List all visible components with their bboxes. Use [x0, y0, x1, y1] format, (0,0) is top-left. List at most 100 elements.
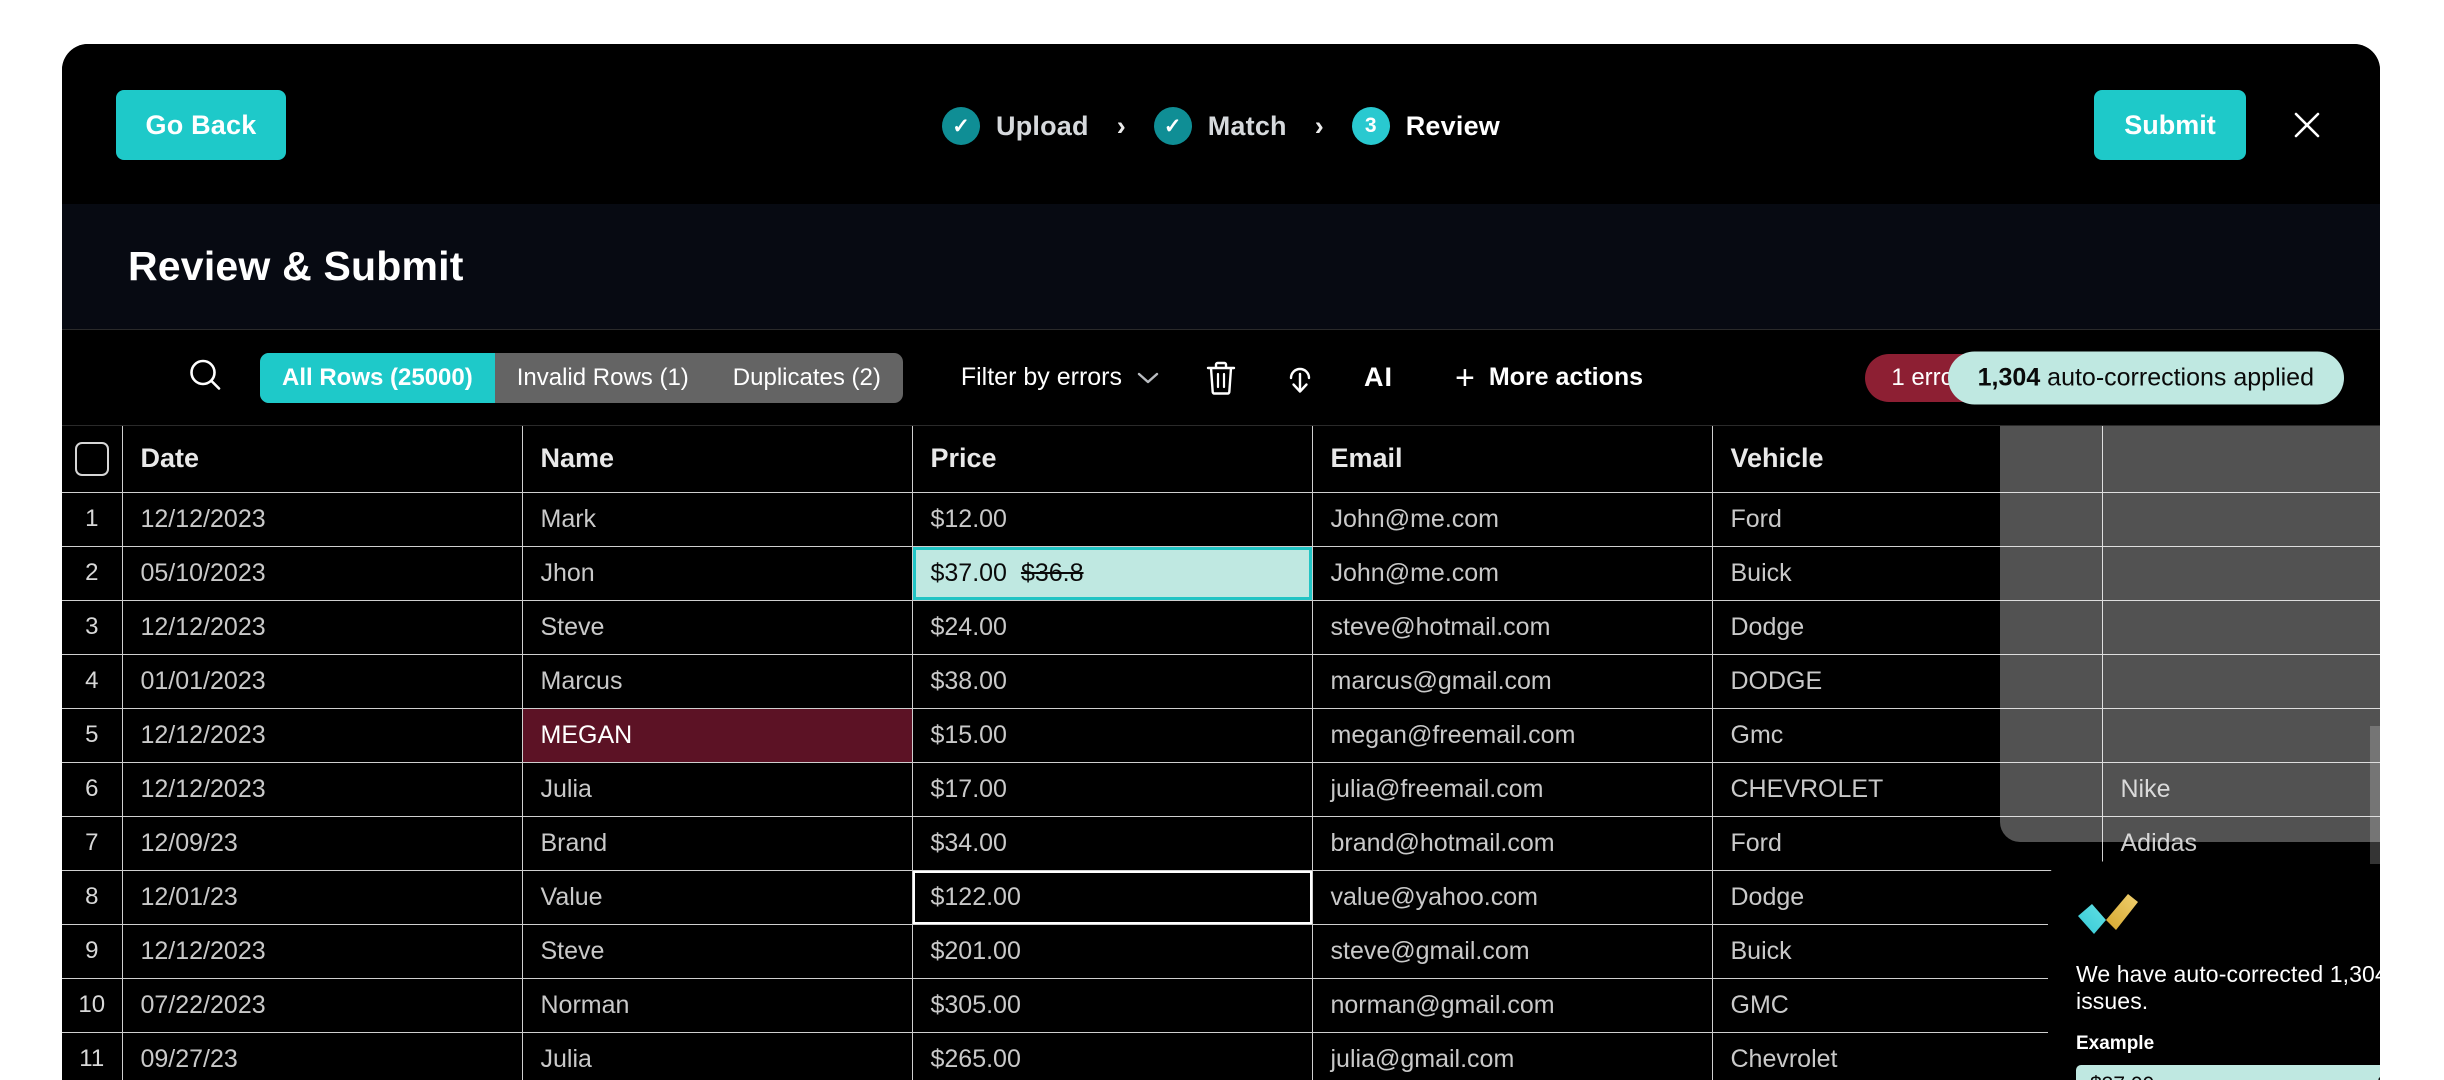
cell-email[interactable]: julia@freemail.com: [1312, 762, 1712, 816]
more-actions-button[interactable]: + More actions: [1455, 361, 1643, 395]
table-row[interactable]: 612/12/2023Julia$17.00julia@freemail.com…: [62, 762, 2380, 816]
step-review[interactable]: 3 Review: [1352, 107, 1500, 145]
cell-name[interactable]: Steve: [522, 600, 912, 654]
segment-invalid-rows[interactable]: Invalid Rows (1): [495, 353, 711, 403]
cell-name[interactable]: Julia: [522, 762, 912, 816]
cell-date[interactable]: 01/01/2023: [122, 654, 522, 708]
cell-email[interactable]: John@me.com: [1312, 546, 1712, 600]
table-row[interactable]: 512/12/2023MEGAN$15.00megan@freemail.com…: [62, 708, 2380, 762]
select-all-checkbox[interactable]: [75, 442, 109, 476]
cell-email[interactable]: steve@hotmail.com: [1312, 600, 1712, 654]
cell-name[interactable]: Marcus: [522, 654, 912, 708]
cell-vehicle[interactable]: CHEVROLET: [1712, 762, 2102, 816]
download-button[interactable]: [1282, 359, 1318, 397]
cell-date[interactable]: 05/10/2023: [122, 546, 522, 600]
cell-date[interactable]: 12/01/23: [122, 870, 522, 924]
cell-name[interactable]: Brand: [522, 816, 912, 870]
cell-name[interactable]: Norman: [522, 978, 912, 1032]
table-row[interactable]: 401/01/2023Marcus$38.00marcus@gmail.comD…: [62, 654, 2380, 708]
cell-price[interactable]: $34.00: [912, 816, 1312, 870]
cell-email[interactable]: steve@gmail.com: [1312, 924, 1712, 978]
cell-price[interactable]: $201.00: [912, 924, 1312, 978]
cell-price[interactable]: $38.00: [912, 654, 1312, 708]
cell-name[interactable]: MEGAN: [522, 708, 912, 762]
column-header-email[interactable]: Email: [1312, 426, 1712, 492]
cell-shoe[interactable]: [2102, 600, 2380, 654]
cell-email[interactable]: megan@freemail.com: [1312, 708, 1712, 762]
cell-vehicle[interactable]: Chevrolet: [1712, 1032, 2102, 1080]
cell-shoe[interactable]: [2102, 654, 2380, 708]
table-header-row: Date Name Price Email Vehicle: [62, 426, 2380, 492]
step-match[interactable]: ✓ Match: [1154, 107, 1287, 145]
column-header-price[interactable]: Price: [912, 426, 1312, 492]
cell-date[interactable]: 09/27/23: [122, 1032, 522, 1080]
autocorrections-chip[interactable]: 1,304 auto-corrections applied: [1948, 351, 2344, 404]
go-back-button[interactable]: Go Back: [116, 90, 286, 160]
cell-shoe[interactable]: Adidas: [2102, 816, 2380, 870]
cell-price[interactable]: $12.00: [912, 492, 1312, 546]
cell-price[interactable]: $15.00: [912, 708, 1312, 762]
close-button[interactable]: [2282, 100, 2332, 150]
cell-email[interactable]: julia@gmail.com: [1312, 1032, 1712, 1080]
segment-duplicates[interactable]: Duplicates (2): [711, 353, 903, 403]
cell-price[interactable]: $24.00: [912, 600, 1312, 654]
cell-date[interactable]: 12/12/2023: [122, 492, 522, 546]
cell-price[interactable]: $37.00$36.8: [912, 546, 1312, 600]
cell-name[interactable]: Mark: [522, 492, 912, 546]
column-header-vehicle[interactable]: Vehicle: [1712, 426, 2102, 492]
table-row[interactable]: 712/09/23Brand$34.00brand@hotmail.comFor…: [62, 816, 2380, 870]
ai-button[interactable]: AI: [1364, 362, 1393, 393]
cell-name[interactable]: Value: [522, 870, 912, 924]
step-separator-1: ›: [1117, 113, 1126, 140]
table-row[interactable]: 1007/22/2023Norman$305.00norman@gmail.co…: [62, 978, 2380, 1032]
table-row[interactable]: 312/12/2023Steve$24.00steve@hotmail.comD…: [62, 600, 2380, 654]
cell-shoe[interactable]: [2102, 546, 2380, 600]
cell-shoe[interactable]: [2102, 492, 2380, 546]
cell-email[interactable]: John@me.com: [1312, 492, 1712, 546]
data-grid: Date Name Price Email Vehicle 112/12/202…: [62, 426, 2380, 1080]
cell-date[interactable]: 12/12/2023: [122, 708, 522, 762]
search-button[interactable]: [184, 353, 228, 402]
column-header-name[interactable]: Name: [522, 426, 912, 492]
cell-vehicle[interactable]: GMC: [1712, 978, 2102, 1032]
cell-date[interactable]: 12/12/2023: [122, 600, 522, 654]
cell-email[interactable]: norman@gmail.com: [1312, 978, 1712, 1032]
table-row[interactable]: 205/10/2023Jhon$37.00$36.8John@me.comBui…: [62, 546, 2380, 600]
table-row[interactable]: 1109/27/23Julia$265.00julia@gmail.comChe…: [62, 1032, 2380, 1080]
cell-date[interactable]: 12/09/23: [122, 816, 522, 870]
cell-vehicle[interactable]: Ford: [1712, 492, 2102, 546]
cell-shoe[interactable]: Nike: [2102, 762, 2380, 816]
cell-vehicle[interactable]: Dodge: [1712, 870, 2102, 924]
table-row[interactable]: 812/01/23Value$122.00value@yahoo.comDodg…: [62, 870, 2380, 924]
cell-price[interactable]: $305.00: [912, 978, 1312, 1032]
cell-email[interactable]: brand@hotmail.com: [1312, 816, 1712, 870]
table-row[interactable]: 112/12/2023Mark$12.00John@me.comFord: [62, 492, 2380, 546]
cell-name[interactable]: Julia: [522, 1032, 912, 1080]
table-row[interactable]: 912/12/2023Steve$201.00steve@gmail.comBu…: [62, 924, 2380, 978]
cell-vehicle[interactable]: DODGE: [1712, 654, 2102, 708]
cell-vehicle[interactable]: Gmc: [1712, 708, 2102, 762]
cell-name[interactable]: Steve: [522, 924, 912, 978]
cell-price[interactable]: $122.00: [912, 870, 1312, 924]
cell-email[interactable]: marcus@gmail.com: [1312, 654, 1712, 708]
cell-vehicle[interactable]: Buick: [1712, 924, 2102, 978]
cell-vehicle[interactable]: Ford: [1712, 816, 2102, 870]
cell-date[interactable]: 12/12/2023: [122, 762, 522, 816]
cell-vehicle[interactable]: Buick: [1712, 546, 2102, 600]
submit-button[interactable]: Submit: [2094, 90, 2246, 160]
filter-by-errors-dropdown[interactable]: Filter by errors: [961, 363, 1160, 392]
column-header-shoe[interactable]: [2102, 426, 2380, 492]
cell-date[interactable]: 07/22/2023: [122, 978, 522, 1032]
cell-vehicle[interactable]: Dodge: [1712, 600, 2102, 654]
segment-all-rows[interactable]: All Rows (25000): [260, 353, 495, 403]
cell-shoe[interactable]: [2102, 708, 2380, 762]
cell-price[interactable]: $265.00: [912, 1032, 1312, 1080]
delete-rows-button[interactable]: [1204, 359, 1238, 397]
column-header-date[interactable]: Date: [122, 426, 522, 492]
cell-date[interactable]: 12/12/2023: [122, 924, 522, 978]
cell-name[interactable]: Jhon: [522, 546, 912, 600]
cell-email[interactable]: value@yahoo.com: [1312, 870, 1712, 924]
cell-price[interactable]: $17.00: [912, 762, 1312, 816]
select-all-header[interactable]: [62, 426, 122, 492]
step-upload[interactable]: ✓ Upload: [942, 107, 1089, 145]
